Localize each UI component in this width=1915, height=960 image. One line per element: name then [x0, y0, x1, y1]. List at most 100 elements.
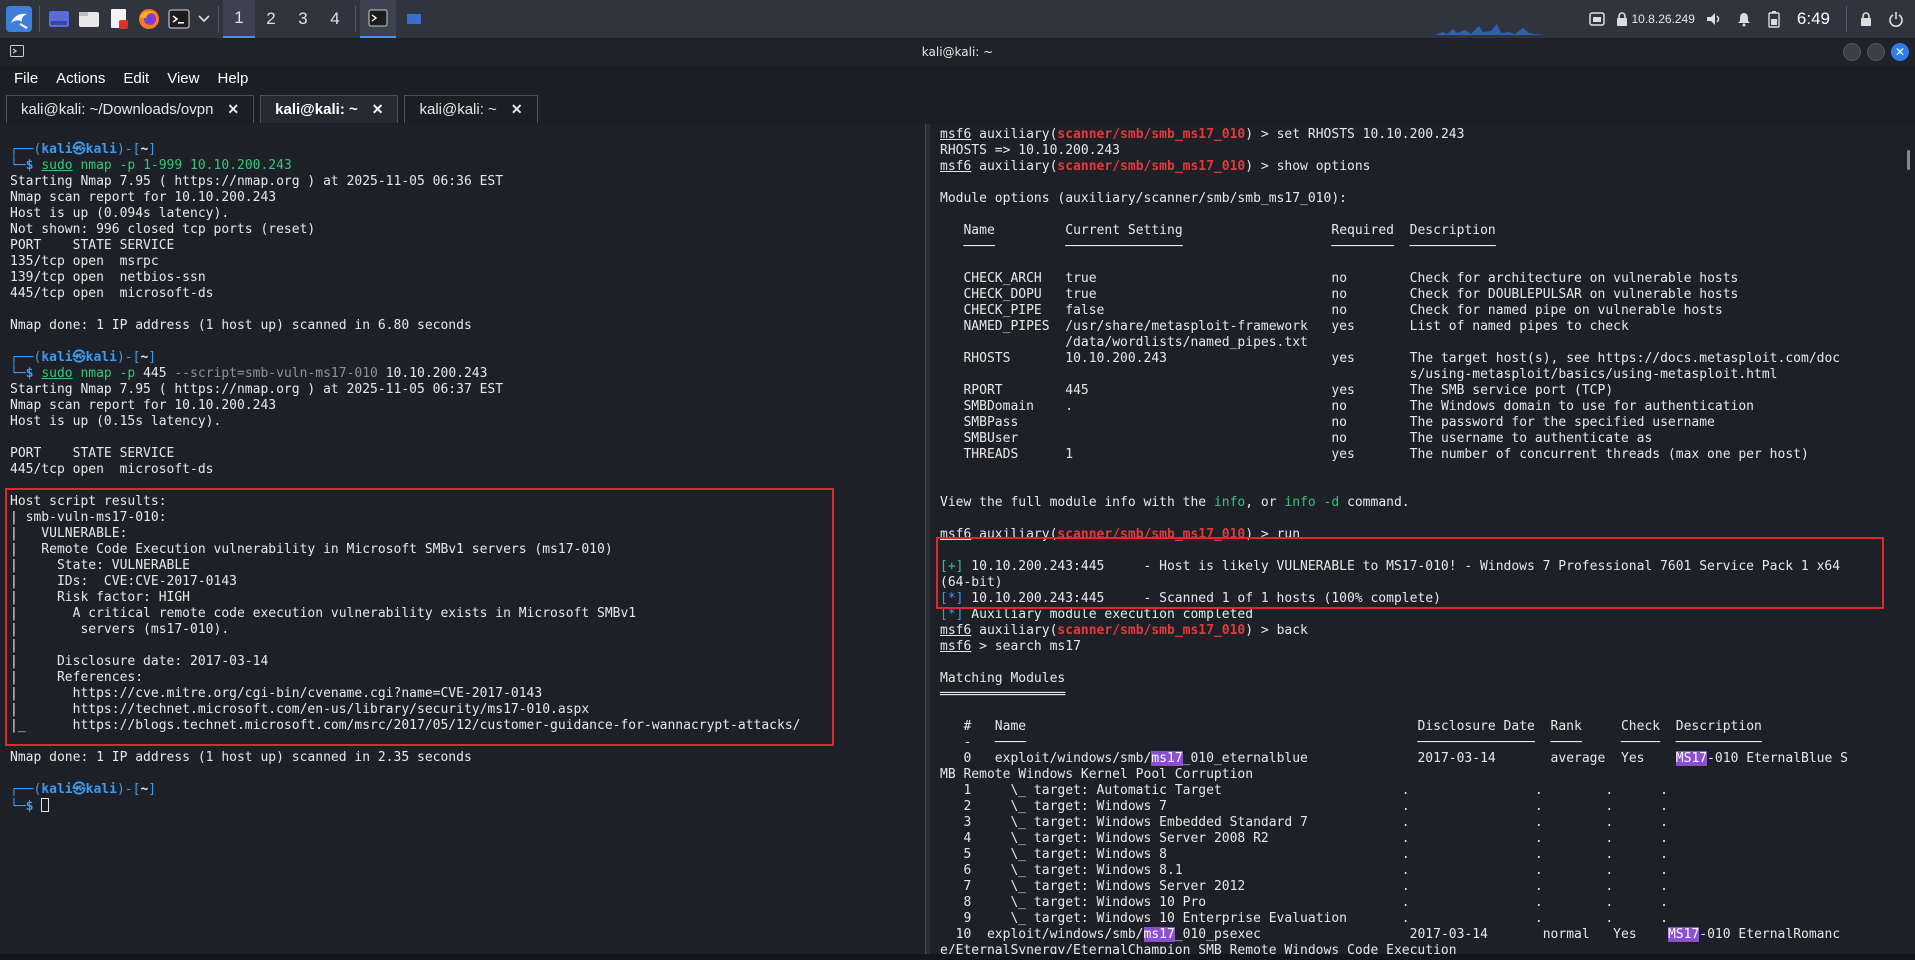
text: auxiliary(	[979, 159, 1058, 174]
output-text: Nmap done: 1 IP address (1 host up) scan…	[10, 750, 472, 765]
file-manager-icon[interactable]	[76, 6, 102, 32]
output-text: Starting Nmap 7.95 ( https://nmap.org ) …	[10, 382, 504, 397]
module-target-row: 8 \_ target: Windows 10 Pro . . . .	[940, 895, 1915, 911]
msf-prompt-line: msf6 > search ms17	[940, 639, 1915, 655]
info-command: info -d	[1284, 495, 1340, 510]
module-target: \_ target: Windows Server 2012	[1010, 879, 1246, 894]
command-line[interactable]: └─$	[10, 798, 925, 814]
options-row: SMBUser no The username to authenticate …	[940, 431, 1915, 447]
minimize-button[interactable]	[1843, 43, 1861, 61]
scrollbar[interactable]	[1907, 150, 1910, 170]
menu-view[interactable]: View	[167, 70, 199, 87]
table-cell: .	[1401, 831, 1410, 846]
output-line: Starting Nmap 7.95 ( https://nmap.org ) …	[10, 174, 925, 190]
output-text: Not shown: 996 closed tcp ports (reset)	[10, 222, 316, 237]
close-tab-icon[interactable]: ✕	[511, 101, 523, 118]
tab-home-active[interactable]: kali@kali: ~ ✕	[260, 95, 399, 123]
module-target: \_ target: Windows 8	[1010, 847, 1167, 862]
options-row: THREADS 1 yes The number of concurrent t…	[940, 447, 1915, 463]
output-line: Host is up (0.15s latency).	[10, 414, 925, 430]
output-text: PORT STATE SERVICE	[10, 446, 175, 461]
table-cell: .	[1605, 847, 1614, 862]
battery-icon[interactable]	[1759, 0, 1789, 38]
text-editor-icon[interactable]	[106, 6, 132, 32]
options-row: SMBDomain . no The Windows domain to use…	[940, 399, 1915, 415]
tab-home[interactable]: kali@kali: ~ ✕	[404, 95, 538, 123]
power-icon[interactable]	[1881, 0, 1911, 38]
module-target-row: 4 \_ target: Windows Server 2008 R2 . . …	[940, 831, 1915, 847]
tab-bar: kali@kali: ~/Downloads/ovpn ✕ kali@kali:…	[0, 93, 1915, 123]
volume-icon[interactable]	[1699, 0, 1729, 38]
tab-label: kali@kali: ~	[275, 101, 358, 118]
tab-label: kali@kali: ~/Downloads/ovpn	[21, 101, 214, 118]
table-cell: .	[1660, 847, 1668, 862]
text: View the full module info with the	[940, 495, 1214, 510]
module-row: 0 exploit/windows/smb/ms17_010_eternalbl…	[940, 751, 1915, 767]
table-cell: yes	[1331, 383, 1355, 398]
run-result-line: [*] Auxiliary module execution completed	[940, 607, 1915, 623]
table-cell: .	[1534, 895, 1543, 910]
output-text: PORT STATE SERVICE	[10, 238, 175, 253]
kali-menu-icon[interactable]	[3, 3, 35, 35]
module-target-row: 6 \_ target: Windows 8.1 . . . .	[940, 863, 1915, 879]
taskbar-terminal-icon[interactable]	[360, 0, 396, 38]
table-cell: .	[1401, 799, 1410, 814]
workspace-1[interactable]: 1	[223, 0, 255, 38]
table-cell: Rank	[1550, 719, 1582, 734]
clock[interactable]: 6:49	[1797, 9, 1830, 29]
table-cell: no	[1331, 399, 1348, 414]
options-row: s/using-metasploit/basics/using-metasplo…	[940, 367, 1915, 383]
taskbar-window-icon[interactable]	[396, 0, 432, 38]
table-cell: .	[1401, 847, 1410, 862]
notifications-bell-icon[interactable]	[1729, 0, 1759, 38]
lock-screen-icon[interactable]	[1851, 0, 1881, 38]
close-button[interactable]: ✕	[1891, 43, 1909, 61]
table-cell: The number of concurrent threads (max on…	[1409, 447, 1809, 462]
workspace-4[interactable]: 4	[319, 0, 351, 38]
text: ) >	[1245, 159, 1277, 174]
table-cell: true	[1065, 271, 1097, 286]
terminal-launcher-icon[interactable]	[166, 6, 192, 32]
window-terminal-icon	[10, 45, 24, 60]
window-titlebar[interactable]: kali@kali: ~ ✕	[0, 38, 1915, 66]
close-tab-icon[interactable]: ✕	[227, 101, 239, 118]
menu-help[interactable]: Help	[217, 70, 248, 87]
workspace-2[interactable]: 2	[255, 0, 287, 38]
maximize-button[interactable]	[1867, 43, 1885, 61]
module-path: _010_psexec	[1174, 927, 1261, 942]
top-panel: 1 2 3 4 10.8.26.249 6:49	[0, 0, 1915, 38]
module-row-wrap: MB Remote Windows Kernel Pool Corruption	[940, 767, 1915, 783]
menu-edit[interactable]: Edit	[123, 70, 149, 87]
menu-file[interactable]: File	[14, 70, 38, 87]
menu-actions[interactable]: Actions	[56, 70, 105, 87]
output-text: Host is up (0.15s latency).	[10, 414, 222, 429]
bottom-edge	[0, 954, 1915, 960]
firefox-icon[interactable]	[136, 6, 162, 32]
output-line: Host is up (0.094s latency).	[10, 206, 925, 222]
vpn-lock-icon[interactable]	[1612, 0, 1632, 38]
module-target: \_ target: Windows 10 Pro	[1010, 895, 1207, 910]
table-cell: .	[1401, 783, 1410, 798]
table-cell: false	[1065, 303, 1105, 318]
output-text: Host is up (0.094s latency).	[10, 206, 230, 221]
table-cell: yes	[1331, 447, 1355, 462]
table-cell: average	[1550, 751, 1606, 766]
terminal-line: RHOSTS => 10.10.200.243	[940, 143, 1915, 159]
table-cell: .	[1605, 863, 1614, 878]
tab-ovpn[interactable]: kali@kali: ~/Downloads/ovpn ✕	[6, 95, 255, 123]
window-switcher-icon[interactable]	[1582, 0, 1612, 38]
close-tab-icon[interactable]: ✕	[372, 101, 384, 118]
msf-prompt-line: msf6 auxiliary(scanner/smb/smb_ms17_010)…	[940, 127, 1915, 143]
output-text: 445/tcp open microsoft-ds	[10, 286, 214, 301]
workspace-3[interactable]: 3	[287, 0, 319, 38]
prompt-line: ┌──(kali㉿kali)-[~]	[10, 782, 157, 797]
command: search ms17	[994, 639, 1081, 654]
show-desktop-icon[interactable]	[46, 6, 72, 32]
table-cell: .	[1401, 911, 1410, 926]
chevron-down-icon[interactable]	[196, 6, 212, 32]
table-cell: .	[1534, 863, 1543, 878]
output-text: RHOSTS => 10.10.200.243	[940, 143, 1121, 158]
